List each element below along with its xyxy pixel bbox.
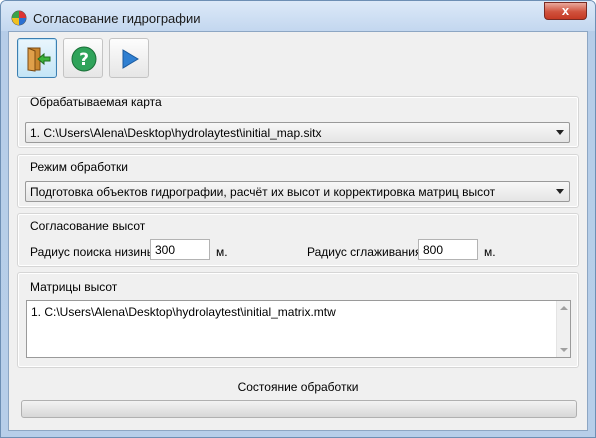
close-button[interactable]: x	[544, 2, 587, 20]
map-select-value: 1. C:\Users\Alena\Desktop\hydrolaytest\i…	[30, 126, 322, 140]
search-radius-label: Радиус поиска низины	[30, 245, 156, 259]
mode-select-value: Подготовка объектов гидрографии, расчёт …	[30, 185, 496, 199]
help-icon: ?	[71, 46, 97, 72]
title-bar[interactable]: Согласование гидрографии x	[1, 1, 595, 31]
chevron-down-icon	[556, 189, 564, 194]
processing-status-label: Состояние обработки	[237, 380, 359, 394]
smoothing-radius-label: Радиус сглаживания	[307, 245, 422, 259]
search-radius-input[interactable]	[150, 239, 210, 260]
scroll-down-icon[interactable]	[560, 348, 568, 352]
dialog-client-area: ? Обрабатываемая карта 1. C:\Users\Alena…	[8, 31, 588, 431]
matrices-scrollbar[interactable]	[556, 301, 570, 357]
matrices-group-label: Матрицы высот	[30, 280, 118, 294]
smoothing-radius-unit: м.	[484, 245, 496, 259]
dialog-window: Согласование гидрографии x ? Обрабатывае…	[0, 0, 596, 438]
help-button[interactable]: ?	[63, 38, 103, 78]
play-icon	[122, 49, 139, 69]
window-title: Согласование гидрографии	[33, 11, 201, 26]
matrices-group: Матрицы высот 1. C:\Users\Alena\Desktop\…	[17, 272, 579, 368]
matrices-list[interactable]: 1. C:\Users\Alena\Desktop\hydrolaytest\i…	[26, 300, 571, 358]
list-item[interactable]: 1. C:\Users\Alena\Desktop\hydrolaytest\i…	[31, 305, 336, 319]
search-radius-unit: м.	[216, 245, 228, 259]
heights-group-label: Согласование высот	[30, 219, 146, 233]
scroll-up-icon[interactable]	[560, 306, 568, 310]
app-icon	[11, 10, 27, 26]
processing-progress-bar	[21, 400, 577, 418]
chevron-down-icon	[556, 130, 564, 135]
mode-select[interactable]: Подготовка объектов гидрографии, расчёт …	[25, 181, 570, 202]
smoothing-radius-input[interactable]	[418, 239, 478, 260]
map-group-label: Обрабатываемая карта	[30, 95, 162, 109]
svg-text:?: ?	[79, 50, 89, 70]
exit-door-icon	[27, 47, 51, 72]
mode-group-label: Режим обработки	[30, 160, 128, 174]
run-button[interactable]	[109, 38, 149, 78]
exit-button[interactable]	[17, 38, 57, 78]
map-select[interactable]: 1. C:\Users\Alena\Desktop\hydrolaytest\i…	[25, 122, 570, 143]
